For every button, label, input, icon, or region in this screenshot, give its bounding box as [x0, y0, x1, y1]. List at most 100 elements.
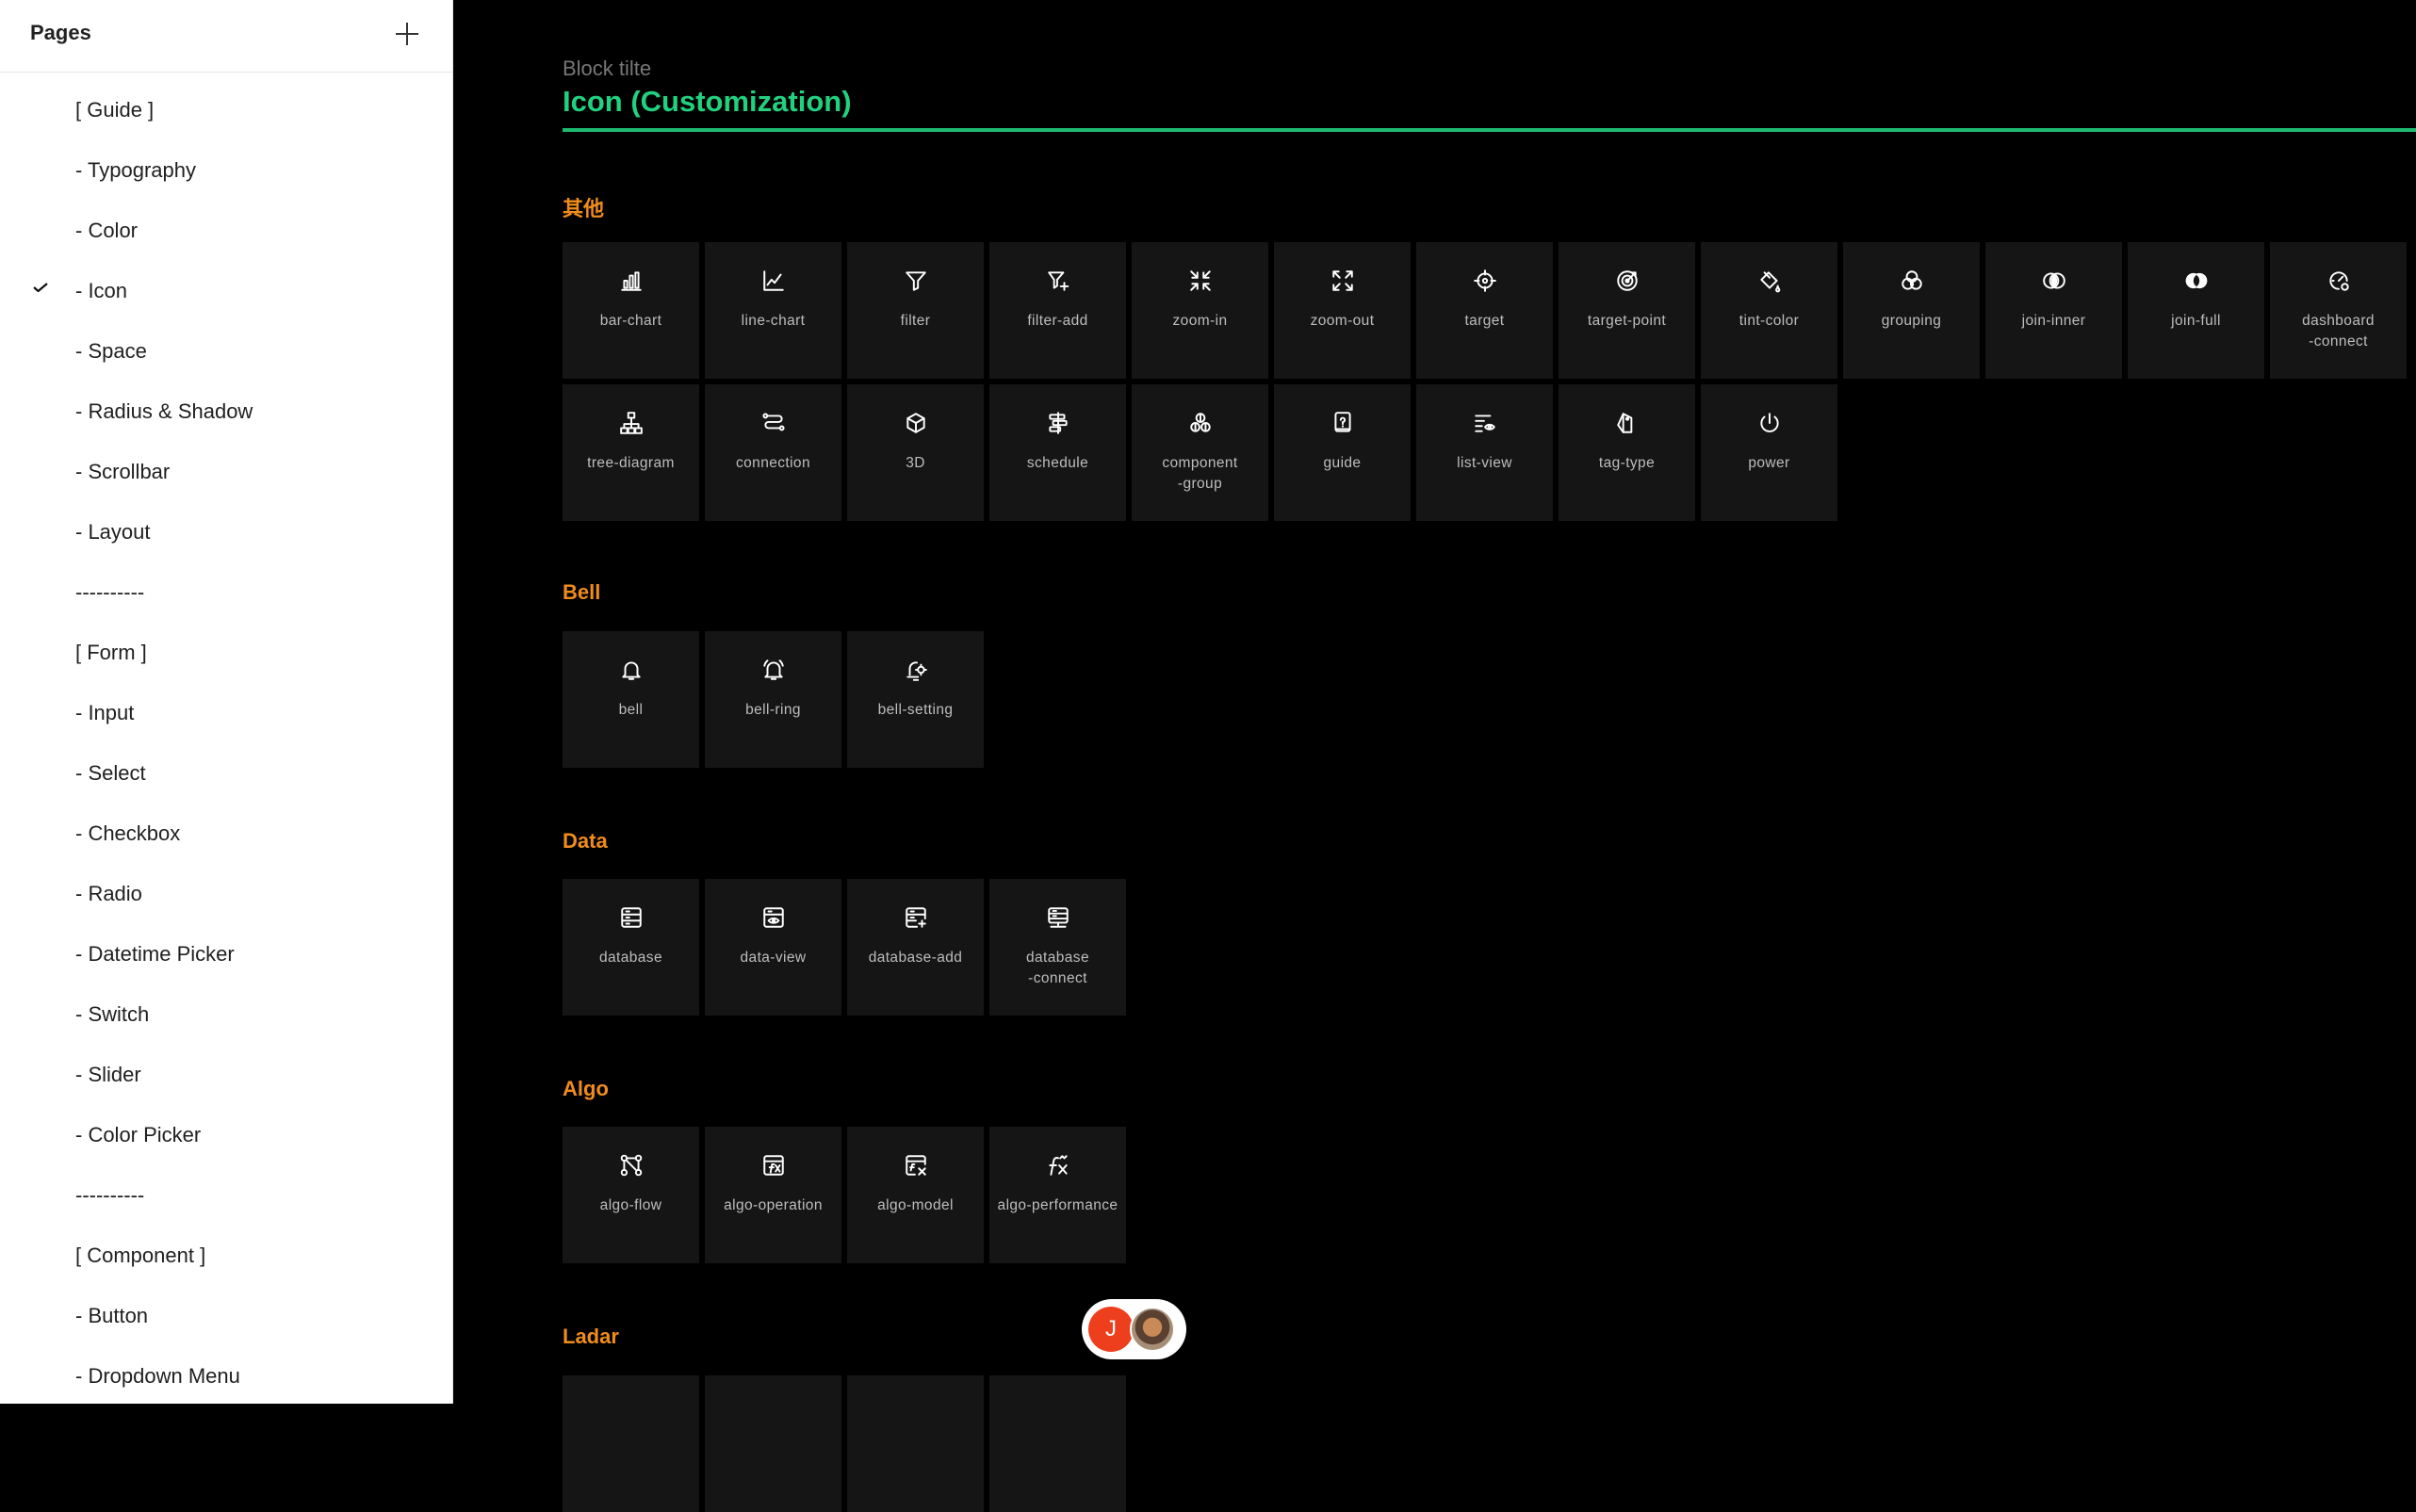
icon-tile[interactable]: filter-add — [989, 242, 1126, 379]
page-item[interactable]: - Switch — [0, 987, 452, 1040]
page-item[interactable]: [ Form ] — [0, 626, 452, 678]
schedule-icon — [1049, 412, 1068, 434]
bell-setting-icon — [906, 661, 927, 681]
icon-tile[interactable]: algo-operation — [705, 1127, 841, 1263]
section-title: 其他 — [563, 197, 605, 220]
page-item[interactable]: - Scrollbar — [0, 445, 452, 497]
join-inner-icon — [2043, 272, 2065, 289]
icon-tile[interactable]: target — [1416, 242, 1553, 379]
page-item-label: [ Form ] — [75, 641, 147, 664]
tree-diagram-icon — [620, 412, 643, 434]
tag-type-icon — [1617, 413, 1633, 433]
page-item[interactable]: - Space — [0, 324, 452, 377]
database-icon — [621, 907, 642, 928]
page-item[interactable]: - Datetime Picker — [0, 927, 452, 980]
page-item-label: - Slider — [75, 1063, 141, 1086]
avatar[interactable] — [1130, 1307, 1175, 1352]
section-title: Algo — [563, 1077, 609, 1100]
icon-tile[interactable]: database -connect — [989, 879, 1126, 1016]
icon-tile[interactable]: database-add — [847, 879, 984, 1016]
icon-tile[interactable]: component -group — [1132, 384, 1268, 521]
icon-tile[interactable]: line-chart — [705, 242, 841, 379]
icon-tile-label: database — [599, 950, 662, 966]
icon-tile[interactable]: data-view — [705, 879, 841, 1016]
icon-tile[interactable]: target-point — [1559, 242, 1695, 379]
icon-tile[interactable]: bell-ring — [705, 631, 841, 768]
page-item[interactable]: - Select — [0, 746, 452, 799]
page-item[interactable]: - Color Picker — [0, 1108, 452, 1161]
page-item-label: - Dropdown Menu — [75, 1364, 240, 1388]
icon-tile[interactable]: tag-type — [1559, 384, 1695, 521]
icon-tile-label: filter-add — [1027, 313, 1088, 329]
icon-tile[interactable]: zoom-out — [1274, 242, 1411, 379]
icon-tile[interactable]: grouping — [1843, 242, 1980, 379]
page-item[interactable]: - Icon — [0, 264, 452, 317]
collaborator-avatars[interactable]: J — [1082, 1299, 1186, 1359]
icon-tile[interactable]: list-view — [1416, 384, 1553, 521]
pages-panel: Pages [ Guide ] - Typography - Color - Icon… — [0, 0, 453, 1404]
page-item-label: - Space — [75, 339, 147, 363]
icon-tile[interactable]: database — [563, 879, 699, 1016]
icon-tile-label: zoom-in — [1172, 313, 1228, 329]
icon-tile[interactable] — [563, 1375, 699, 1512]
icon-tile[interactable]: power — [1701, 384, 1837, 521]
zoom-in-icon — [1190, 270, 1211, 291]
icon-tile[interactable]: bar-chart — [563, 242, 699, 379]
icon-tile-label: database-add — [868, 950, 963, 966]
icon-tile[interactable] — [847, 1375, 984, 1512]
page-item-label: - Scrollbar — [75, 460, 171, 483]
page-item[interactable]: - Slider — [0, 1048, 452, 1100]
icon-tile-label: algo-performance — [997, 1197, 1118, 1213]
icon-tile[interactable]: algo-flow — [563, 1127, 699, 1263]
page-item-label: ---------- — [75, 580, 145, 604]
icon-tile[interactable]: algo-performance — [989, 1127, 1126, 1263]
block-title: Icon (Customization) — [563, 85, 852, 118]
icon-tile[interactable]: connection — [705, 384, 841, 521]
page-item[interactable]: - Button — [0, 1289, 452, 1341]
icon-tile[interactable]: 3D — [847, 384, 984, 521]
icon-tile-label: tag-type — [1598, 455, 1656, 471]
icon-tile-label: component -group — [1162, 455, 1238, 492]
icon-tile-label: filter — [900, 313, 931, 329]
icon-tile-label: algo-model — [877, 1197, 954, 1213]
page-item[interactable]: - Radio — [0, 867, 452, 919]
block-subtitle: Block tilte — [563, 57, 652, 80]
icon-tile[interactable]: bell — [563, 631, 699, 768]
connection-icon — [762, 413, 785, 431]
data-view-icon — [763, 907, 784, 928]
page-item[interactable]: - Radius & Shadow — [0, 384, 452, 437]
page-item[interactable]: - Dropdown Menu — [0, 1349, 452, 1402]
page-item[interactable]: - Layout — [0, 505, 452, 558]
icon-tile[interactable]: tree-diagram — [563, 384, 699, 521]
page-item[interactable]: ---------- — [0, 565, 452, 618]
icon-tile-label: algo-flow — [599, 1197, 662, 1213]
icon-tile[interactable]: join-full — [2128, 242, 2264, 379]
icon-tile[interactable]: join-inner — [1985, 242, 2122, 379]
add-page-icon[interactable] — [392, 19, 422, 49]
page-item[interactable]: [ Component ] — [0, 1228, 452, 1281]
icon-tile[interactable]: tint-color — [1701, 242, 1837, 379]
page-item[interactable]: - Input — [0, 686, 452, 739]
icon-tile-label: list-view — [1457, 455, 1512, 471]
page-item-label: ---------- — [75, 1183, 145, 1207]
icon-tile[interactable]: guide — [1274, 384, 1411, 521]
icon-tile[interactable]: bell-setting — [847, 631, 984, 768]
icon-tile[interactable] — [989, 1375, 1126, 1512]
database-add-icon — [906, 907, 926, 928]
icon-tile[interactable]: filter — [847, 242, 984, 379]
page-item[interactable]: - Typography — [0, 143, 452, 196]
join-full-icon — [2185, 272, 2208, 289]
icon-tile[interactable]: zoom-in — [1132, 242, 1268, 379]
avatar[interactable]: J — [1088, 1307, 1134, 1352]
page-item[interactable]: - Checkbox — [0, 806, 452, 859]
page-item[interactable]: ---------- — [0, 1168, 452, 1221]
icon-tile-label: 3D — [906, 455, 925, 471]
page-item[interactable]: - Color — [0, 203, 452, 256]
icon-tile[interactable]: algo-model — [847, 1127, 984, 1263]
page-item-label: - Typography — [75, 158, 197, 182]
icon-tile[interactable]: schedule — [989, 384, 1126, 521]
page-item-label: [ Component ] — [75, 1244, 206, 1267]
icon-tile[interactable]: dashboard -connect — [2270, 242, 2407, 379]
page-item[interactable]: [ Guide ] — [0, 83, 452, 136]
icon-tile[interactable] — [705, 1375, 841, 1512]
